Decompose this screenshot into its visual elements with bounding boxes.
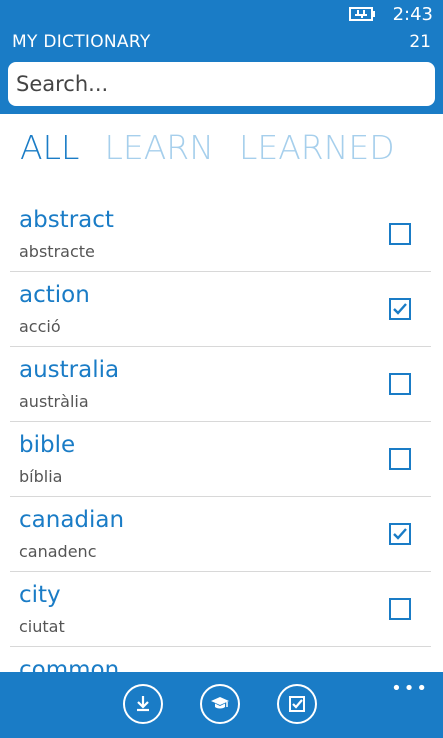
word-text: canadian bbox=[19, 507, 125, 533]
filter-tabs: ALL LEARN LEARNED bbox=[20, 128, 415, 172]
list-item[interactable]: city ciutat bbox=[10, 572, 431, 647]
learned-checkbox[interactable] bbox=[389, 373, 411, 395]
list-item[interactable]: action acció bbox=[10, 272, 431, 347]
mark-learned-button[interactable] bbox=[277, 684, 317, 724]
list-item[interactable]: australia austràlia bbox=[10, 347, 431, 422]
learned-checkbox[interactable] bbox=[389, 223, 411, 245]
graduation-cap-icon bbox=[211, 697, 229, 709]
word-list[interactable]: abstract abstracte action acció australi… bbox=[10, 197, 431, 672]
word-text: bible bbox=[19, 432, 76, 458]
status-time: 2:43 bbox=[392, 4, 433, 25]
download-icon bbox=[137, 696, 149, 712]
list-item[interactable]: common bbox=[10, 647, 431, 672]
search-input[interactable] bbox=[8, 62, 435, 106]
more-options-icon[interactable]: ••• bbox=[391, 678, 429, 699]
word-text: action bbox=[19, 282, 90, 308]
battery-charging-icon bbox=[349, 7, 375, 21]
tab-all[interactable]: ALL bbox=[20, 128, 79, 167]
tab-learned[interactable]: LEARNED bbox=[239, 128, 395, 167]
word-text: australia bbox=[19, 357, 120, 383]
tab-learn[interactable]: LEARN bbox=[104, 128, 213, 167]
download-button[interactable] bbox=[123, 684, 163, 724]
app-title: MY DICTIONARY bbox=[12, 32, 151, 52]
word-count: 21 bbox=[409, 32, 431, 52]
learned-checkbox[interactable] bbox=[389, 598, 411, 620]
translation-text: bíblia bbox=[19, 467, 63, 486]
list-item[interactable]: canadian canadenc bbox=[10, 497, 431, 572]
app-bar: ••• bbox=[0, 672, 443, 738]
checkmark-icon bbox=[393, 303, 407, 315]
learn-button[interactable] bbox=[200, 684, 240, 724]
translation-text: austràlia bbox=[19, 392, 89, 411]
app-header: 2:43 MY DICTIONARY 21 bbox=[0, 0, 443, 114]
list-item[interactable]: abstract abstracte bbox=[10, 197, 431, 272]
word-text: city bbox=[19, 582, 61, 608]
checkbox-icon bbox=[289, 696, 305, 712]
learned-checkbox[interactable] bbox=[389, 523, 411, 545]
checkmark-icon bbox=[393, 528, 407, 540]
learned-checkbox[interactable] bbox=[389, 298, 411, 320]
translation-text: canadenc bbox=[19, 542, 97, 561]
translation-text: acció bbox=[19, 317, 61, 336]
word-text: common bbox=[19, 657, 120, 672]
translation-text: abstracte bbox=[19, 242, 95, 261]
word-text: abstract bbox=[19, 207, 114, 233]
translation-text: ciutat bbox=[19, 617, 65, 636]
list-item[interactable]: bible bíblia bbox=[10, 422, 431, 497]
learned-checkbox[interactable] bbox=[389, 448, 411, 470]
